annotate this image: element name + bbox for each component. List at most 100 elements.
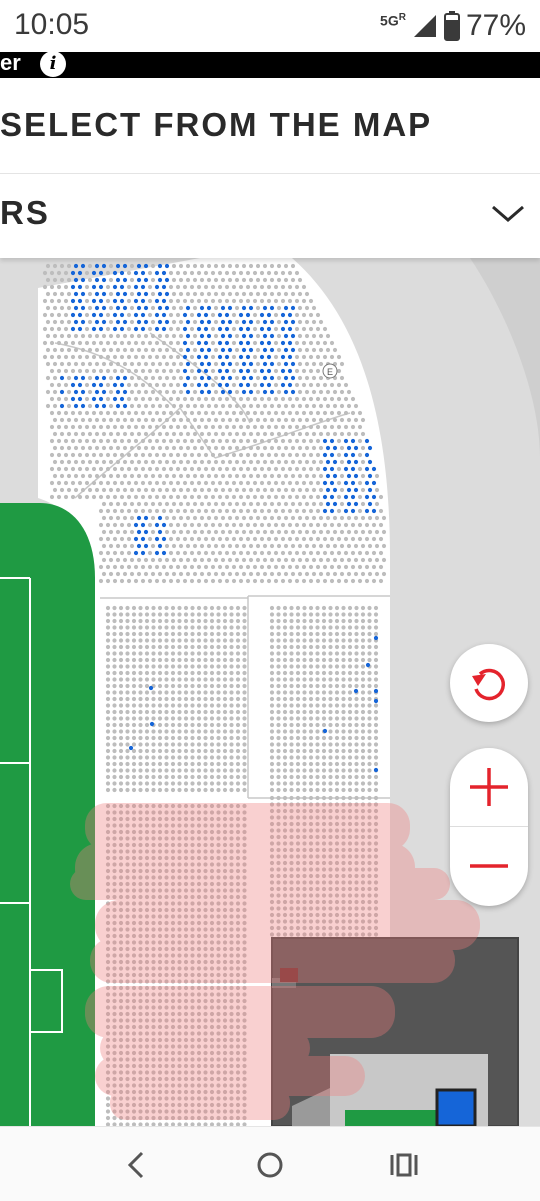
seat[interactable] — [308, 768, 314, 773]
seat[interactable] — [241, 515, 247, 521]
seat[interactable] — [354, 605, 359, 611]
seat[interactable] — [115, 501, 121, 507]
seat[interactable] — [140, 480, 146, 486]
seat[interactable] — [321, 781, 327, 786]
seat[interactable] — [241, 319, 247, 325]
seat[interactable] — [108, 487, 114, 493]
seat[interactable] — [136, 333, 142, 339]
seat[interactable] — [161, 550, 167, 556]
seat[interactable] — [196, 578, 202, 584]
seat[interactable] — [126, 354, 132, 360]
seat[interactable] — [210, 494, 216, 500]
seat[interactable] — [52, 389, 58, 395]
seat[interactable] — [276, 445, 282, 451]
seat[interactable] — [295, 644, 301, 650]
seat[interactable] — [105, 494, 111, 500]
seat[interactable] — [196, 677, 202, 682]
seat[interactable] — [259, 480, 265, 486]
seat[interactable] — [56, 298, 62, 304]
seat[interactable] — [373, 748, 379, 754]
seat[interactable] — [308, 742, 314, 747]
seat[interactable] — [56, 466, 62, 472]
seat[interactable] — [276, 305, 282, 311]
seat[interactable] — [276, 722, 281, 728]
seat[interactable] — [373, 635, 379, 641]
seat[interactable] — [290, 431, 296, 437]
seat[interactable] — [269, 263, 275, 269]
seat[interactable] — [360, 644, 366, 650]
seat[interactable] — [231, 410, 237, 416]
seat[interactable] — [131, 625, 137, 630]
seat[interactable] — [115, 403, 121, 409]
seat[interactable] — [183, 683, 189, 689]
seat[interactable] — [224, 438, 230, 444]
seat[interactable] — [276, 742, 281, 747]
seat[interactable] — [199, 501, 205, 507]
seat[interactable] — [164, 781, 169, 786]
seat[interactable] — [360, 670, 366, 676]
seat[interactable] — [308, 677, 314, 682]
seat[interactable] — [189, 466, 195, 472]
seat[interactable] — [131, 709, 137, 715]
seat[interactable] — [234, 305, 240, 311]
seat[interactable] — [164, 319, 170, 325]
seat[interactable] — [295, 774, 301, 780]
seat[interactable] — [175, 494, 181, 500]
seat[interactable] — [178, 291, 184, 297]
seat[interactable] — [84, 452, 90, 458]
seat[interactable] — [45, 277, 51, 283]
seat[interactable] — [248, 417, 254, 423]
seat[interactable] — [242, 612, 247, 617]
seat[interactable] — [269, 571, 275, 577]
seat[interactable] — [255, 557, 261, 563]
seat[interactable] — [217, 550, 223, 556]
seat[interactable] — [178, 501, 184, 507]
seat[interactable] — [52, 403, 58, 409]
seat[interactable] — [70, 312, 76, 318]
seat[interactable] — [315, 690, 320, 695]
seat[interactable] — [122, 543, 128, 549]
seat[interactable] — [144, 709, 150, 715]
seat[interactable] — [157, 787, 163, 793]
seat[interactable] — [339, 375, 345, 381]
seat[interactable] — [126, 424, 132, 430]
seat[interactable] — [87, 389, 93, 395]
seat[interactable] — [360, 690, 366, 695]
seat[interactable] — [185, 375, 191, 381]
seat[interactable] — [231, 536, 237, 542]
seat[interactable] — [315, 677, 320, 682]
seat[interactable] — [209, 729, 215, 734]
seat[interactable] — [183, 690, 189, 695]
seat[interactable] — [129, 417, 135, 423]
seat[interactable] — [364, 494, 370, 500]
seat[interactable] — [315, 578, 321, 584]
seat[interactable] — [164, 501, 170, 507]
seat[interactable] — [276, 683, 281, 689]
seat[interactable] — [105, 284, 111, 290]
seat[interactable] — [229, 631, 234, 637]
seat[interactable] — [157, 638, 163, 643]
seat[interactable] — [252, 578, 258, 584]
seat[interactable] — [45, 333, 51, 339]
seat[interactable] — [227, 431, 233, 437]
seat[interactable] — [209, 787, 215, 793]
seat[interactable] — [157, 291, 163, 297]
seat[interactable] — [262, 571, 268, 577]
seat[interactable] — [315, 508, 321, 514]
seat[interactable] — [308, 722, 314, 728]
seat[interactable] — [301, 284, 307, 290]
seat[interactable] — [154, 340, 160, 346]
seat[interactable] — [157, 774, 163, 780]
seat[interactable] — [125, 612, 130, 617]
seat[interactable] — [199, 557, 205, 563]
seat[interactable] — [374, 543, 380, 549]
seat[interactable] — [42, 312, 48, 318]
seat[interactable] — [255, 277, 261, 283]
seat[interactable] — [49, 312, 55, 318]
seat[interactable] — [70, 326, 76, 332]
seat[interactable] — [170, 631, 176, 637]
seat[interactable] — [360, 445, 366, 451]
seat[interactable] — [220, 291, 226, 297]
seat[interactable] — [182, 578, 188, 584]
seat[interactable] — [217, 354, 223, 360]
